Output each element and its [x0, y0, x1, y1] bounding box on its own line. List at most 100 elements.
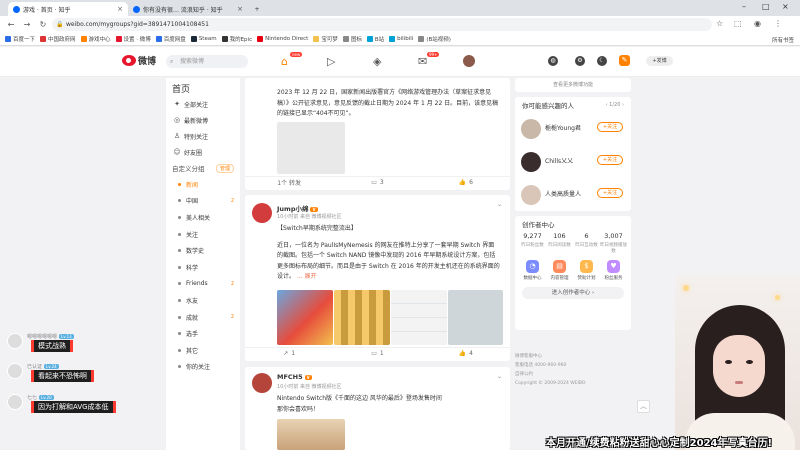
creator-stat[interactable]: 6 昨日互动数 — [573, 232, 600, 254]
more-features-link[interactable]: 查看更多微博功能 — [515, 78, 631, 92]
post-image-miis[interactable] — [391, 290, 447, 345]
theme-icon[interactable]: ☾ — [597, 56, 607, 66]
author-avatar[interactable] — [252, 373, 272, 393]
sidebar-group-item[interactable]: 美人相关 — [166, 209, 240, 226]
repost-icon: ↗ — [283, 350, 289, 357]
creator-tool[interactable]: ◔ 数据中心 — [519, 260, 546, 281]
sidebar-group-item[interactable]: 你的关注 — [166, 359, 240, 376]
bookmark-item[interactable]: 图标 — [342, 35, 362, 43]
bookmark-star-icon[interactable]: ☆ — [716, 19, 723, 28]
recommend-pager[interactable]: ‹ 1/20 › — [606, 102, 624, 108]
sidebar-group-item[interactable]: 成就 2 — [166, 309, 240, 326]
creator-stat[interactable]: 106 昨日阅读数 — [546, 232, 573, 254]
repost-button[interactable]: ↗ 1 — [245, 348, 333, 359]
sidebar-item[interactable]: ✦ 全部关注 — [166, 96, 240, 112]
follow-button[interactable]: +关注 — [597, 155, 623, 165]
bookmark-item[interactable]: 设置 · 微博 — [115, 35, 151, 43]
comment-button[interactable]: ▭ 1 — [333, 348, 421, 359]
all-bookmarks-link[interactable]: 所有书签 — [772, 36, 794, 44]
url-input[interactable]: 🔒 weibo.com/mygroups?gid=389147100410845… — [52, 18, 712, 31]
back-icon[interactable]: ← — [6, 20, 16, 29]
close-icon[interactable]: × — [237, 5, 243, 13]
person-avatar[interactable] — [521, 185, 541, 205]
sidebar-item[interactable]: ☺ 好友圈 — [166, 144, 240, 160]
follow-button[interactable]: +关注 — [597, 122, 623, 132]
forward-icon[interactable]: → — [22, 20, 32, 29]
weibo-search-input[interactable]: ⌕ 搜索微博 — [166, 55, 248, 68]
repost-button[interactable]: 1个 转发 — [245, 177, 333, 188]
sidebar-group-item[interactable]: 中国 2 — [166, 193, 240, 210]
message-icon[interactable]: ✉ — [418, 55, 427, 68]
creator-tool[interactable]: ▤ 内容管理 — [546, 260, 573, 281]
creator-stat[interactable]: 3,007 昨日视频播放数 — [600, 232, 627, 254]
comment-button[interactable]: ▭ 3 — [333, 177, 421, 188]
close-window-icon[interactable]: × — [782, 2, 789, 11]
sidebar-group-item[interactable]: 关注 — [166, 226, 240, 243]
post-image[interactable] — [277, 419, 345, 450]
post-image-mario-kart[interactable] — [277, 290, 333, 345]
person-name[interactable]: 人类高质量人 — [545, 189, 581, 198]
more-menu-icon[interactable]: ⋮ — [774, 19, 782, 28]
sidebar-item[interactable]: ◎ 最新微博 — [166, 112, 240, 128]
tab-zhihu-game[interactable]: 游戏 · 首页 · 知乎 × — [8, 2, 128, 16]
expand-link[interactable]: ... 展开 — [297, 273, 317, 280]
person-name[interactable]: 栀栀Young君 — [545, 123, 581, 132]
notification-icon[interactable]: ◍ — [548, 56, 558, 66]
settings-icon[interactable]: ⚙ — [575, 56, 585, 66]
like-button[interactable]: 👍 6 — [422, 177, 510, 188]
post-image-menu[interactable] — [448, 290, 503, 345]
chevron-down-icon[interactable]: ⌄ — [497, 373, 502, 380]
sidebar-group-item[interactable]: 其它 — [166, 342, 240, 359]
sidebar-group-item[interactable]: Friends 2 — [166, 276, 240, 293]
hot-icon[interactable]: ◈ — [373, 55, 381, 68]
author-name[interactable]: Jump小绵 V — [277, 203, 318, 213]
back-to-top-button[interactable]: ︿ — [637, 400, 650, 413]
creator-tool[interactable]: $ 赞助计划 — [573, 260, 600, 281]
bookmark-item[interactable]: 宝可梦 — [313, 35, 338, 43]
sidebar-group-item[interactable]: 选手 — [166, 325, 240, 342]
bookmark-item[interactable]: Nintendo Direct — [257, 36, 308, 42]
bookmark-item[interactable]: 百度一下 — [5, 35, 35, 43]
bookmark-item[interactable]: 中国政府网 — [40, 35, 76, 43]
person-name[interactable]: Chills乂乂 — [545, 156, 573, 165]
person-avatar[interactable] — [521, 152, 541, 172]
creator-tool[interactable]: ♥ 粉丝服务 — [600, 260, 627, 281]
video-icon[interactable]: ▷ — [327, 55, 335, 68]
bookmark-item[interactable]: 百度网盘 — [155, 35, 186, 43]
chevron-down-icon[interactable]: ⌄ — [497, 201, 502, 208]
post-pill-button[interactable]: +发博 — [646, 56, 673, 66]
user-avatar[interactable] — [463, 55, 475, 67]
tab-zhihu-question[interactable]: 你有没有很… 流浪知乎 · 知乎 × — [128, 2, 248, 16]
weibo-logo[interactable]: 微博 — [122, 54, 156, 67]
enter-creator-center-button[interactable]: 进入创作者中心 › — [522, 287, 624, 299]
creator-stat[interactable]: 9,277 昨日粉丝数 — [519, 232, 546, 254]
sidebar-group-item[interactable]: 科学 — [166, 259, 240, 276]
author-name[interactable]: MFCH5 V — [277, 373, 312, 381]
bookmark-item[interactable]: Steam — [190, 36, 217, 42]
bookmark-item[interactable]: 游戏中心 — [80, 35, 111, 43]
compose-button[interactable]: ✎ — [619, 55, 630, 66]
new-tab-button[interactable]: + — [250, 2, 264, 16]
like-button[interactable]: 👍 4 — [422, 348, 510, 359]
bookmark-item[interactable]: 我的Epic — [221, 35, 252, 43]
post-image-icons[interactable] — [334, 290, 390, 345]
close-icon[interactable]: × — [117, 5, 123, 13]
bookmark-item[interactable]: B站 — [366, 35, 384, 43]
manage-groups-button[interactable]: 管理 — [215, 163, 234, 173]
sidebar-group-item[interactable]: 新闻 — [166, 176, 240, 193]
follow-button[interactable]: +关注 — [597, 188, 623, 198]
person-avatar[interactable] — [521, 119, 541, 139]
profile-icon[interactable]: ◉ — [754, 19, 761, 28]
sidebar-group-item[interactable]: 水友 — [166, 292, 240, 309]
bookmark-item[interactable]: (B站视频) — [418, 35, 451, 43]
maximize-icon[interactable]: □ — [762, 2, 770, 11]
author-avatar[interactable] — [252, 203, 272, 223]
minimize-icon[interactable]: – — [742, 2, 746, 11]
reload-icon[interactable]: ↻ — [38, 20, 48, 29]
sidebar-item[interactable]: ♙ 特别关注 — [166, 128, 240, 144]
post-image[interactable] — [277, 122, 345, 174]
bookmark-item[interactable]: bilibili — [389, 36, 413, 42]
extensions-icon[interactable]: ⬚ — [734, 19, 742, 28]
home-icon[interactable]: ⌂ — [281, 55, 288, 68]
sidebar-group-item[interactable]: 数学史 — [166, 242, 240, 259]
